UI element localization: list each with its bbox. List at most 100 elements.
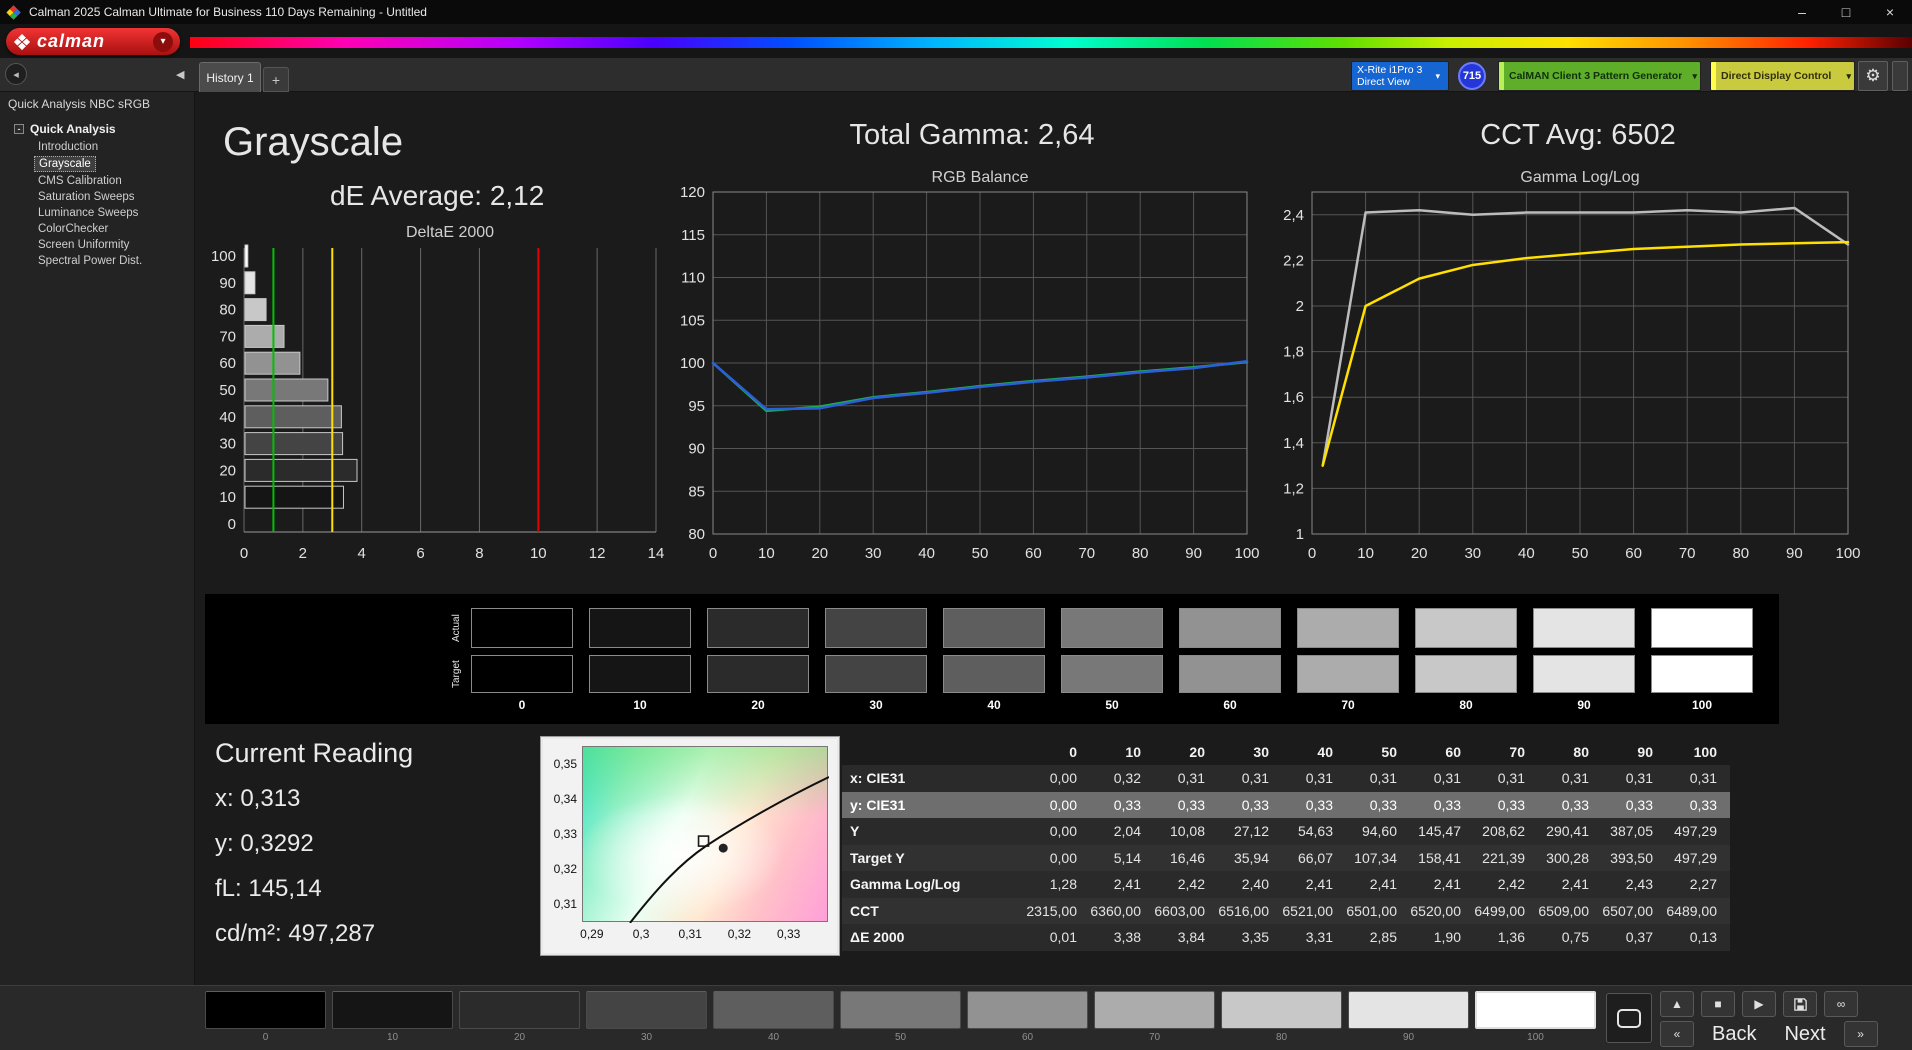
display-control-dropdown-icon[interactable]: ▾ [1843,71,1854,82]
pattern-level-0[interactable]: 0 [205,991,326,1043]
cie-y-tick: 0,34 [543,792,577,806]
svg-text:1,6: 1,6 [1283,389,1304,406]
pattern-level-label: 10 [332,1032,453,1043]
stop-button[interactable]: ■ [1701,991,1735,1017]
sidebar-item-cms-calibration[interactable]: CMS Calibration [34,174,126,188]
table-cell: 6603,00 [1153,903,1217,919]
grayscale-column-label: 30 [825,698,927,712]
table-cell: 0,33 [1409,797,1473,813]
tree-expander-icon[interactable]: - [14,124,24,134]
save-button[interactable] [1783,991,1817,1017]
svg-text:95: 95 [688,398,705,415]
current-reading-panel: Current Reading x: 0,313 y: 0,3292 fL: 1… [215,738,413,965]
pattern-level-10[interactable]: 10 [332,991,453,1043]
sidebar-item-introduction[interactable]: Introduction [34,140,102,154]
grayscale-column-70: 70 [1297,608,1399,712]
table-row-target-y[interactable]: Target Y0,005,1416,4635,9466,07107,34158… [842,845,1730,872]
settings-gear-icon[interactable]: ⚙ [1858,61,1888,91]
svg-text:100: 100 [1234,545,1259,562]
sidebar-item-colorchecker[interactable]: ColorChecker [34,222,112,236]
pattern-swatch-60[interactable] [967,991,1088,1029]
close-button[interactable]: × [1868,0,1912,24]
meter-selector[interactable]: X-Rite i1Pro 3 Direct View ▾ [1351,61,1449,91]
svg-text:70: 70 [1078,545,1095,562]
svg-text:100: 100 [211,248,236,265]
next-fast-button[interactable]: » [1844,1021,1878,1047]
pattern-window-button[interactable] [1606,993,1652,1043]
next-button[interactable]: Next [1774,1023,1835,1046]
target-swatch-100 [1651,655,1753,693]
table-row-x-cie31[interactable]: x: CIE310,000,320,310,310,310,310,310,31… [842,765,1730,792]
sidebar-item-luminance-sweeps[interactable]: Luminance Sweeps [34,206,142,220]
table-cell: 0,37 [1601,929,1665,945]
sidebar-item-grayscale[interactable]: Grayscale [34,156,96,172]
meter-dropdown-icon[interactable]: ▾ [1432,71,1443,82]
pattern-level-40[interactable]: 40 [713,991,834,1043]
pattern-swatch-50[interactable] [840,991,961,1029]
pattern-level-70[interactable]: 70 [1094,991,1215,1043]
window-controls: – □ × [1780,0,1912,24]
pattern-level-80[interactable]: 80 [1221,991,1342,1043]
maximize-button[interactable]: □ [1824,0,1868,24]
arrow-up-button[interactable]: ▲ [1660,991,1694,1017]
target-swatch-80 [1415,655,1517,693]
minimize-button[interactable]: – [1780,0,1824,24]
extra-toolbar-button[interactable] [1892,61,1908,91]
grayscale-column-label: 100 [1651,698,1753,712]
back-fast-button[interactable]: « [1660,1021,1694,1047]
table-cell: 2,41 [1409,876,1473,892]
table-cell: 2,42 [1153,876,1217,892]
table-cell: 3,35 [1217,929,1281,945]
table-cell: 6507,00 [1601,903,1665,919]
table-row-cct[interactable]: CCT2315,006360,006603,006516,006521,0065… [842,898,1730,925]
add-tab-button[interactable]: + [263,67,289,92]
current-reading-title: Current Reading [215,738,413,769]
pattern-level-50[interactable]: 50 [840,991,961,1043]
tab-history-1[interactable]: History 1 [199,62,261,92]
pattern-swatch-70[interactable] [1094,991,1215,1029]
sidebar-collapse-icon[interactable]: ◀ [176,68,184,81]
back-button[interactable]: Back [1702,1023,1766,1046]
sidebar: Quick Analysis NBC sRGB - Quick Analysis… [0,92,195,985]
target-swatch-60 [1179,655,1281,693]
cie-y-tick: 0,31 [543,897,577,911]
sidebar-root-quick-analysis[interactable]: - Quick Analysis [0,120,194,138]
pattern-swatch-80[interactable] [1221,991,1342,1029]
pattern-generator-dropdown-icon[interactable]: ▾ [1689,71,1700,82]
pattern-level-30[interactable]: 30 [586,991,707,1043]
pattern-generator-selector[interactable]: CalMAN Client 3 Pattern Generator ▾ [1498,61,1701,91]
row-label: ΔE 2000 [842,929,1025,945]
pattern-level-100[interactable]: 100 [1475,991,1596,1043]
pattern-swatch-10[interactable] [332,991,453,1029]
table-row-e-2000[interactable]: ΔE 20000,013,383,843,353,312,851,901,360… [842,924,1730,951]
link-button[interactable]: ∞ [1824,991,1858,1017]
pattern-swatch-30[interactable] [586,991,707,1029]
results-column-header: 50 [1345,744,1409,760]
pattern-swatch-90[interactable] [1348,991,1469,1029]
pattern-swatch-40[interactable] [713,991,834,1029]
play-button[interactable]: ▶ [1742,991,1776,1017]
svg-text:90: 90 [688,441,705,458]
logo-dropdown-icon[interactable]: ▾ [153,32,173,52]
sidebar-item-saturation-sweeps[interactable]: Saturation Sweeps [34,190,139,204]
pattern-level-60[interactable]: 60 [967,991,1088,1043]
calman-menu-button[interactable]: calman ▾ [6,28,180,55]
home-button[interactable]: ◂ [5,63,27,85]
grayscale-strip-grid: 0102030405060708090100 [471,608,1753,712]
svg-text:1,4: 1,4 [1283,435,1304,452]
rgb-balance-chart-title: RGB Balance [713,169,1247,187]
display-control-selector[interactable]: Direct Display Control ▾ [1710,61,1855,91]
meter-status-badge[interactable]: 715 [1458,62,1486,90]
pattern-swatch-20[interactable] [459,991,580,1029]
pattern-level-90[interactable]: 90 [1348,991,1469,1043]
pattern-swatch-100[interactable] [1475,991,1596,1029]
table-row-y[interactable]: Y0,002,0410,0827,1254,6394,60145,47208,6… [842,818,1730,845]
results-column-header: 80 [1537,744,1601,760]
sidebar-item-spectral-power-dist[interactable]: Spectral Power Dist. [34,254,146,268]
table-row-y-cie31[interactable]: y: CIE310,000,330,330,330,330,330,330,33… [842,792,1730,819]
pattern-swatch-0[interactable] [205,991,326,1029]
table-row-gamma-log-log[interactable]: Gamma Log/Log1,282,412,422,402,412,412,4… [842,871,1730,898]
actual-swatch-30 [825,608,927,648]
sidebar-item-screen-uniformity[interactable]: Screen Uniformity [34,238,133,252]
pattern-level-20[interactable]: 20 [459,991,580,1043]
